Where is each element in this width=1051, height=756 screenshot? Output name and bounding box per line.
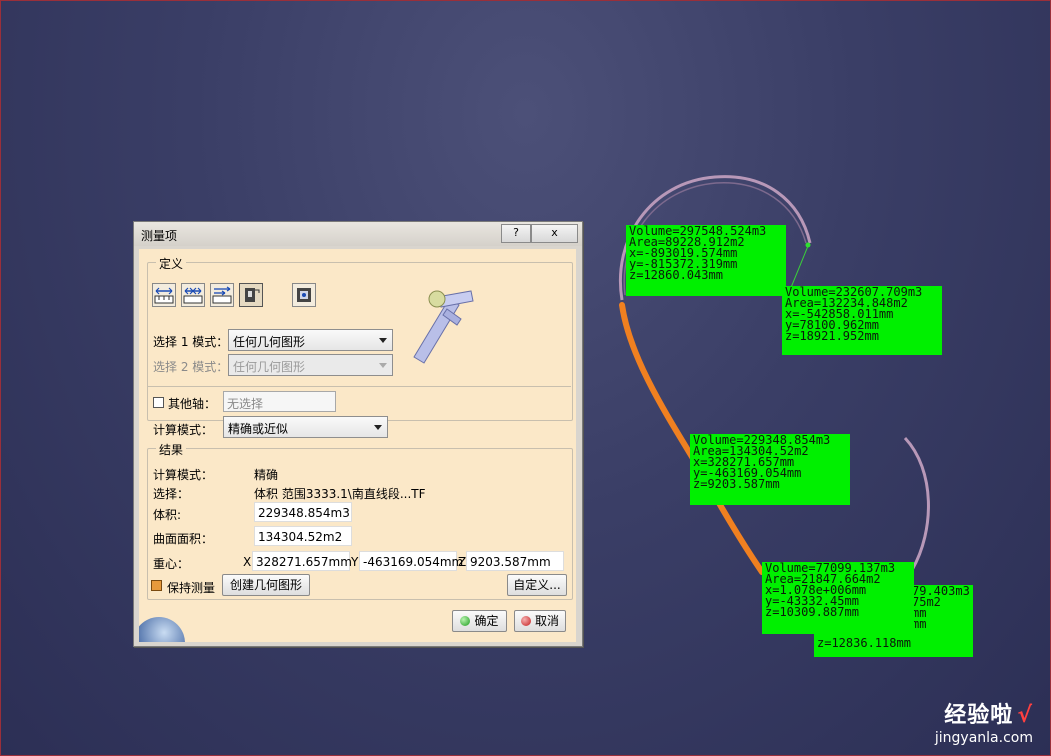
definition-group-title: 定义 — [156, 255, 187, 272]
dialog-title: 测量项 — [141, 229, 178, 243]
select1-mode-value: 任何几何图形 — [233, 335, 306, 349]
ok-icon — [460, 616, 471, 626]
watermark-title: 经验啦 — [944, 703, 1014, 728]
measure-thickness-icon[interactable] — [292, 283, 316, 307]
other-axis-field[interactable]: 无选择 — [223, 391, 336, 412]
catia-logo-icon — [139, 611, 187, 642]
cog-x-field[interactable]: 328271.657mm — [252, 551, 352, 571]
cog-x-label: X — [243, 555, 252, 569]
watermark-check: √ — [1017, 703, 1033, 728]
calc-mode-dropdown[interactable]: 精确或近似 — [223, 416, 388, 438]
caliper-illustration-icon — [413, 290, 474, 364]
ok-label: 确定 — [474, 614, 499, 628]
keep-measure-label: 保持测量 — [167, 581, 216, 595]
annotation-line: z=18921.952mm — [785, 329, 879, 343]
area-field[interactable]: 134304.52m2 — [254, 526, 352, 546]
keep-measure-checkbox[interactable] — [151, 580, 162, 591]
cog-label: 重心： — [153, 557, 190, 571]
customize-button[interactable]: 自定义... — [507, 574, 567, 596]
select2-mode-value: 任何几何图形 — [233, 360, 306, 374]
selection-label: 选择： — [153, 487, 190, 501]
select1-mode-label: 选择 1 模式： — [153, 335, 229, 349]
volume-label: 体积: — [153, 508, 182, 522]
volume-value: 229348.854m3 — [258, 506, 350, 520]
result-calc-mode-label: 计算模式： — [153, 468, 214, 482]
other-axis-checkbox[interactable] — [153, 397, 164, 408]
area-label: 曲面面积： — [153, 532, 214, 546]
area-value: 134304.52m2 — [258, 530, 343, 544]
cancel-button[interactable]: 取消 — [514, 610, 566, 632]
chevron-down-icon — [374, 425, 382, 430]
cancel-icon — [520, 616, 531, 626]
measure-fan-icon[interactable] — [210, 283, 234, 307]
select1-mode-dropdown[interactable]: 任何几何图形 — [228, 329, 393, 351]
measure-annotation-2[interactable]: Volume=232607.709m3 Area=132234.848m2 x=… — [782, 286, 942, 355]
watermark-url: jingyanla.com — [934, 730, 1033, 746]
other-axis-label: 其他轴： — [168, 397, 217, 411]
cog-z-label: Z — [458, 555, 467, 569]
select2-mode-dropdown[interactable]: 任何几何图形 — [228, 354, 393, 376]
separator — [147, 386, 571, 387]
calc-mode-value: 精确或近似 — [228, 422, 289, 436]
help-button[interactable]: ? — [501, 224, 531, 243]
measure-item-dialog: 测量项 ? x 定义 选择 1 模式： 任何几何图形 选择 2 模式： 任何几何… — [133, 221, 583, 647]
result-calc-mode-value: 精确 — [254, 468, 279, 482]
selection-value: 体积 范围3333.1\南直线段...TF — [254, 487, 426, 501]
curve-connector — [789, 245, 809, 291]
cog-x-value: 328271.657mm — [256, 555, 352, 569]
create-geometry-button[interactable]: 创建几何图形 — [222, 574, 310, 596]
cog-y-label: Y — [351, 555, 359, 569]
annotation-line: z=12860.043mm — [629, 268, 723, 282]
annotation-line: z=12836.118mm — [817, 636, 911, 650]
annotation-line: z=10309.887mm — [765, 605, 859, 619]
measure-annotation-1[interactable]: Volume=297548.524m3 Area=89228.912m2 x=-… — [626, 225, 786, 296]
calc-mode-label: 计算模式： — [153, 423, 214, 437]
cog-z-value: 9203.587mm — [470, 555, 551, 569]
cog-z-field[interactable]: 9203.587mm — [466, 551, 564, 571]
dialog-body: 定义 选择 1 模式： 任何几何图形 选择 2 模式： 任何几何图形 其他轴： … — [139, 249, 576, 642]
ok-button[interactable]: 确定 — [452, 610, 507, 632]
curve-endpoint — [805, 242, 811, 248]
cog-y-value: -463169.054mm — [363, 555, 464, 569]
cancel-label: 取消 — [534, 614, 559, 628]
chevron-down-icon — [379, 363, 387, 368]
other-axis-value: 无选择 — [227, 397, 264, 411]
measure-annotation-3[interactable]: Volume=229348.854m3 Area=134304.52m2 x=3… — [690, 434, 850, 505]
results-group-title: 结果 — [156, 441, 187, 458]
watermark: 经验啦 √ jingyanla.com — [935, 697, 1033, 746]
cog-y-field[interactable]: -463169.054mm — [359, 551, 463, 571]
curve-lower-arc[interactable] — [903, 436, 930, 571]
measure-annotation-4[interactable]: Volume=77099.137m3 Area=21847.664m2 x=1.… — [762, 562, 914, 634]
annotation-line: z=9203.587mm — [693, 477, 780, 491]
measure-chain-icon[interactable] — [181, 283, 205, 307]
measure-item-icon[interactable] — [239, 283, 263, 307]
chevron-down-icon — [379, 338, 387, 343]
close-button[interactable]: x — [531, 224, 578, 243]
measure-between-icon[interactable] — [152, 283, 176, 307]
volume-field[interactable]: 229348.854m3 — [254, 502, 352, 522]
annotation-line: mm — [912, 617, 927, 631]
dialog-titlebar[interactable]: 测量项 ? x — [134, 222, 582, 246]
select2-mode-label: 选择 2 模式： — [153, 360, 229, 374]
